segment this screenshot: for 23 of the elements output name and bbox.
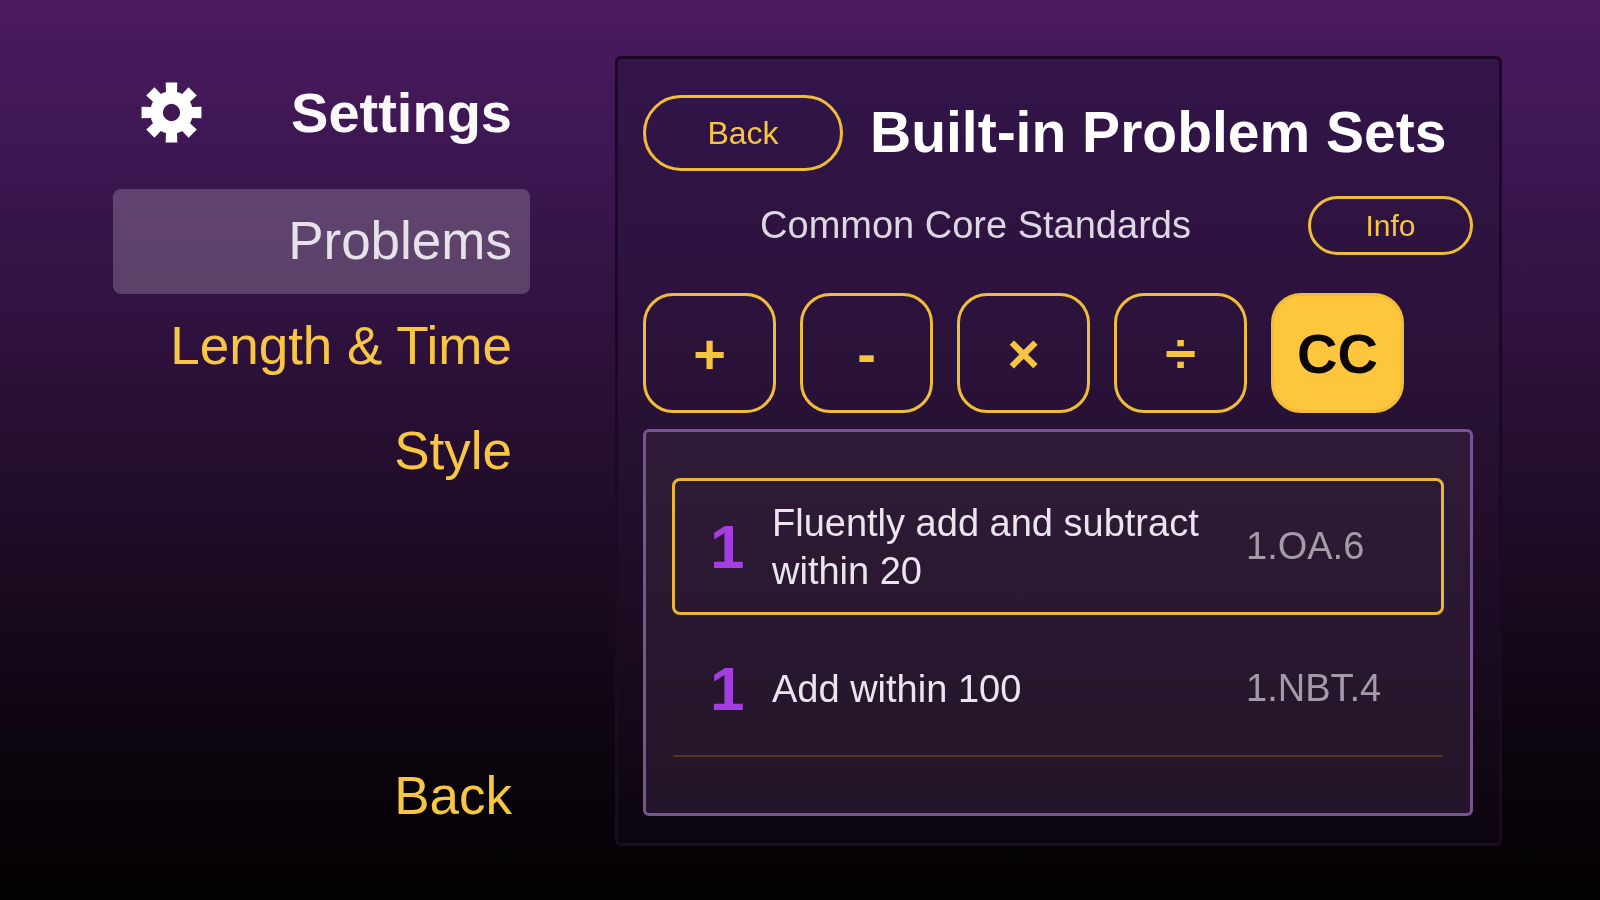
nav-item[interactable]: Problems (113, 189, 530, 294)
problem-set-row[interactable]: 1 Add within 100 1.NBT.4 (672, 620, 1444, 757)
panel-title: Built-in Problem Sets (870, 100, 1447, 166)
operation-button[interactable]: - (800, 293, 933, 413)
standard-code: 1.NBT.4 (1246, 667, 1382, 711)
operation-button[interactable]: × (957, 293, 1090, 413)
info-button[interactable]: Info (1308, 196, 1473, 255)
problem-set-title: Fluently add and subtract within 20 (772, 500, 1200, 594)
operation-button[interactable]: ÷ (1114, 293, 1247, 413)
grade-number: 1 (710, 658, 745, 720)
operation-button[interactable]: CC (1271, 293, 1404, 413)
operation-button[interactable]: + (643, 293, 776, 413)
nav-item[interactable]: Style (394, 421, 512, 482)
settings-icon (141, 82, 202, 143)
back-button[interactable]: Back (643, 95, 843, 171)
grade-number: 1 (710, 515, 745, 578)
panel-subtitle: Common Core Standards (760, 203, 1191, 248)
settings-title: Settings (291, 81, 512, 144)
problem-set-title: Add within 100 (772, 667, 1022, 712)
nav-item[interactable]: Length & Time (170, 316, 512, 377)
standard-code: 1.OA.6 (1246, 524, 1365, 569)
problem-set-row[interactable]: 1 Fluently add and subtract within 20 1.OA.6 (672, 478, 1444, 615)
back-menu-item[interactable]: Back (394, 766, 512, 827)
